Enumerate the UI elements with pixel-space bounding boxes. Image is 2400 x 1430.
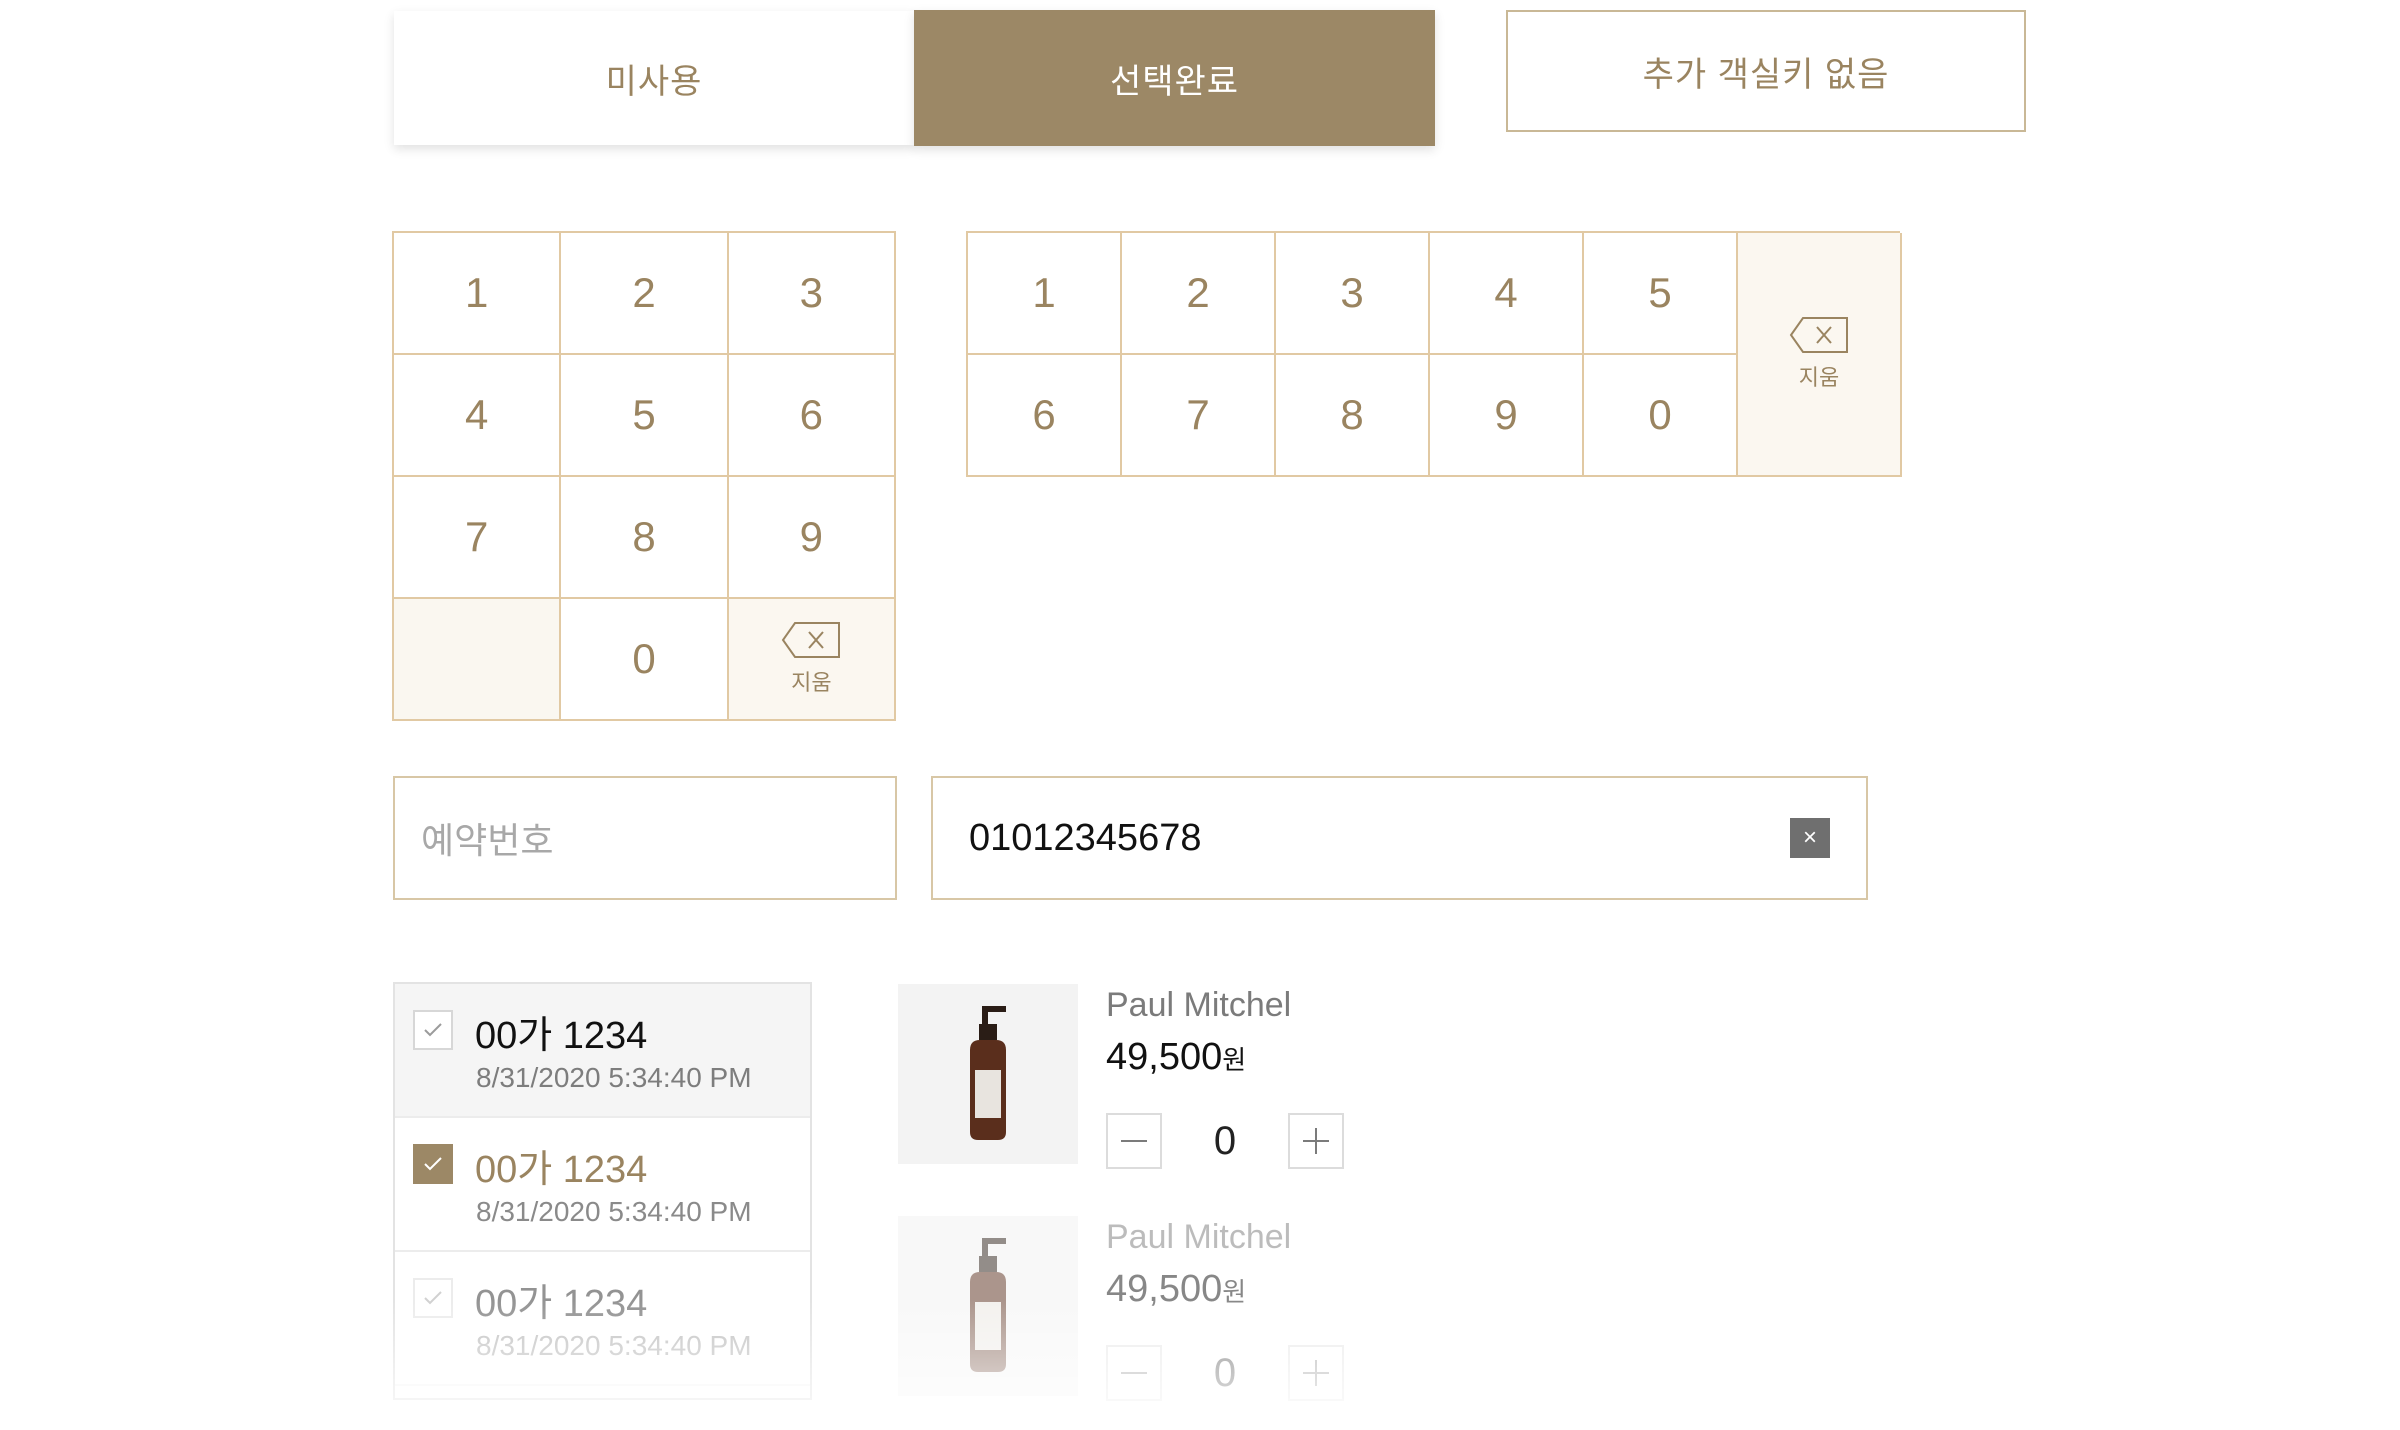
key-blank <box>394 599 562 721</box>
no-extra-key-button[interactable]: 추가 객실키 없음 <box>1506 10 2026 132</box>
key-4[interactable]: 4 <box>394 355 562 477</box>
quantity-value: 0 <box>1213 1118 1237 1163</box>
reservation-number-placeholder: 예약번호 <box>421 820 554 861</box>
check-icon <box>424 1157 442 1171</box>
backspace-icon <box>1789 317 1848 353</box>
key-5[interactable]: 5 <box>1584 233 1738 355</box>
plate-number: 00가 1234 <box>475 1283 648 1325</box>
checkbox[interactable] <box>413 1010 453 1050</box>
increment-button[interactable] <box>1288 1345 1344 1401</box>
key-9[interactable]: 9 <box>728 477 896 599</box>
key-7[interactable]: 7 <box>1122 355 1276 477</box>
phone-number-value: 01012345678 <box>969 816 1202 859</box>
delete-key[interactable]: 지움 <box>1738 233 1902 477</box>
product-price: 49,500원 <box>1106 1036 1247 1078</box>
key-8[interactable]: 8 <box>1276 355 1430 477</box>
reservation-number-input[interactable]: 예약번호 <box>393 776 897 900</box>
tab-unused[interactable]: 미사용 <box>394 11 914 145</box>
vehicle-list: 00가 1234 8/31/2020 5:34:40 PM 00가 1234 8… <box>393 982 812 1400</box>
checkbox[interactable] <box>413 1278 453 1318</box>
keypad-small: 1 2 3 4 5 6 7 8 9 0 지움 <box>392 231 896 721</box>
key-5[interactable]: 5 <box>561 355 729 477</box>
list-item[interactable]: 00가 1234 8/31/2020 5:34:40 PM <box>395 1252 810 1386</box>
decrement-button[interactable] <box>1106 1345 1162 1401</box>
backspace-icon <box>782 622 841 658</box>
key-2[interactable]: 2 <box>1122 233 1276 355</box>
close-icon: × <box>1802 824 1817 851</box>
plus-icon <box>1303 1360 1329 1386</box>
no-extra-key-label: 추가 객실키 없음 <box>1642 55 1890 94</box>
plate-number: 00가 1234 <box>475 1015 648 1057</box>
minus-icon <box>1121 1372 1147 1374</box>
quantity-stepper: 0 <box>1106 1112 1344 1170</box>
key-6[interactable]: 6 <box>968 355 1122 477</box>
quantity-value: 0 <box>1213 1350 1237 1395</box>
key-1[interactable]: 1 <box>968 233 1122 355</box>
key-0[interactable]: 0 <box>1584 355 1738 477</box>
product-image <box>898 984 1078 1164</box>
product-brand: Paul Mitchel <box>1106 1218 1292 1256</box>
list-item[interactable]: 00가 1234 8/31/2020 5:34:40 PM <box>395 1118 810 1252</box>
delete-key-label: 지움 <box>791 670 832 695</box>
key-7[interactable]: 7 <box>394 477 562 599</box>
product-price: 49,500원 <box>1106 1268 1247 1310</box>
product-image <box>898 1216 1078 1396</box>
key-3[interactable]: 3 <box>728 233 896 355</box>
tab-selected-label: 선택완료 <box>1109 62 1240 101</box>
entry-time: 8/31/2020 5:34:40 PM <box>476 1330 752 1361</box>
key-1[interactable]: 1 <box>394 233 562 355</box>
key-4[interactable]: 4 <box>1430 233 1584 355</box>
list-item[interactable]: 00가 1234 8/31/2020 5:34:40 PM <box>395 984 810 1118</box>
keypad-wide: 1 2 3 4 5 지움 6 7 8 9 0 <box>966 231 1902 477</box>
key-3[interactable]: 3 <box>1276 233 1430 355</box>
minus-icon <box>1121 1140 1147 1142</box>
clear-input-button[interactable]: × <box>1790 818 1830 858</box>
check-icon <box>424 1023 442 1037</box>
tab-selected[interactable]: 선택완료 <box>914 10 1435 146</box>
quantity-stepper: 0 <box>1106 1344 1344 1402</box>
product-item: Paul Mitchel 49,500원 0 <box>898 1216 1358 1406</box>
key-0[interactable]: 0 <box>561 599 729 721</box>
entry-time: 8/31/2020 5:34:40 PM <box>476 1062 752 1093</box>
pump-bottle-icon <box>970 1238 1006 1372</box>
key-6[interactable]: 6 <box>728 355 896 477</box>
plus-icon <box>1303 1128 1329 1154</box>
product-item: Paul Mitchel 49,500원 0 <box>898 984 1358 1174</box>
key-9[interactable]: 9 <box>1430 355 1584 477</box>
check-icon <box>424 1291 442 1305</box>
product-brand: Paul Mitchel <box>1106 986 1292 1024</box>
tab-unused-label: 미사용 <box>605 62 703 101</box>
key-2[interactable]: 2 <box>561 233 729 355</box>
key-8[interactable]: 8 <box>561 477 729 599</box>
checkbox[interactable] <box>413 1144 453 1184</box>
entry-time: 8/31/2020 5:34:40 PM <box>476 1196 752 1227</box>
increment-button[interactable] <box>1288 1113 1344 1169</box>
phone-number-input[interactable]: 01012345678 × <box>931 776 1868 900</box>
pump-bottle-icon <box>970 1006 1006 1140</box>
delete-key-label: 지움 <box>1798 365 1840 390</box>
decrement-button[interactable] <box>1106 1113 1162 1169</box>
plate-number: 00가 1234 <box>475 1149 648 1191</box>
delete-key[interactable]: 지움 <box>728 599 896 721</box>
